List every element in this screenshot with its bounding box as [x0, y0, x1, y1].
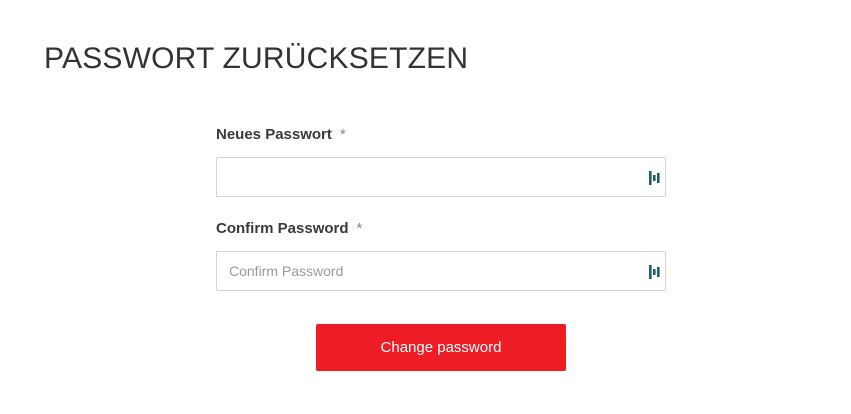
- confirm-password-field-wrapper: [216, 251, 666, 291]
- new-password-label: Neues Passwort *: [216, 124, 666, 146]
- confirm-password-group: Confirm Password *: [216, 218, 666, 291]
- reset-password-form: Neues Passwort * Confirm Password *: [216, 124, 666, 291]
- new-password-field-wrapper: [216, 157, 666, 197]
- change-password-button[interactable]: Change password: [316, 324, 566, 371]
- confirm-password-label-text: Confirm Password: [216, 220, 349, 237]
- password-manager-icon[interactable]: [649, 171, 660, 185]
- new-password-input[interactable]: [217, 158, 665, 196]
- required-marker: *: [356, 220, 363, 237]
- required-marker: *: [339, 126, 346, 143]
- page-title: PASSWORT ZURÜCKSETZEN: [44, 42, 469, 75]
- new-password-group: Neues Passwort *: [216, 124, 666, 197]
- new-password-label-text: Neues Passwort: [216, 126, 332, 143]
- password-manager-icon[interactable]: [649, 265, 660, 279]
- confirm-password-input[interactable]: [217, 252, 665, 290]
- confirm-password-label: Confirm Password *: [216, 218, 666, 240]
